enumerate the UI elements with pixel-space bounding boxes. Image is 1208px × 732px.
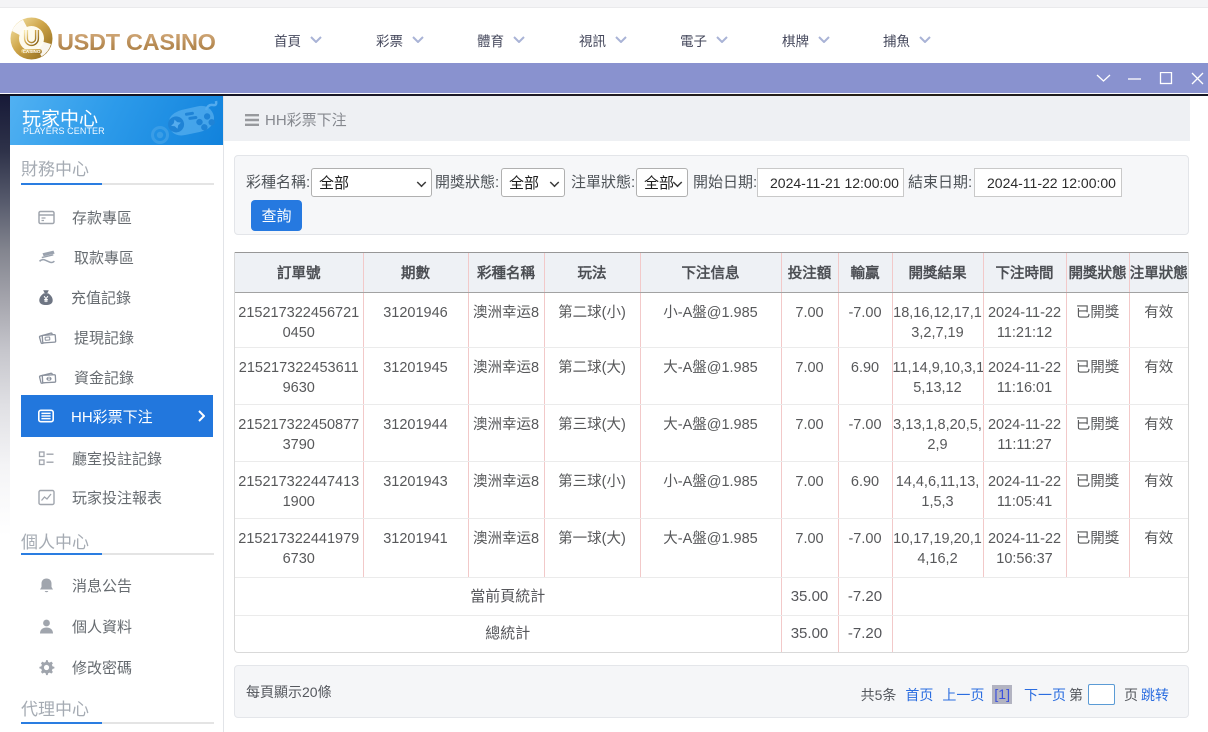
svg-text:CASINO: CASINO xyxy=(23,49,41,54)
